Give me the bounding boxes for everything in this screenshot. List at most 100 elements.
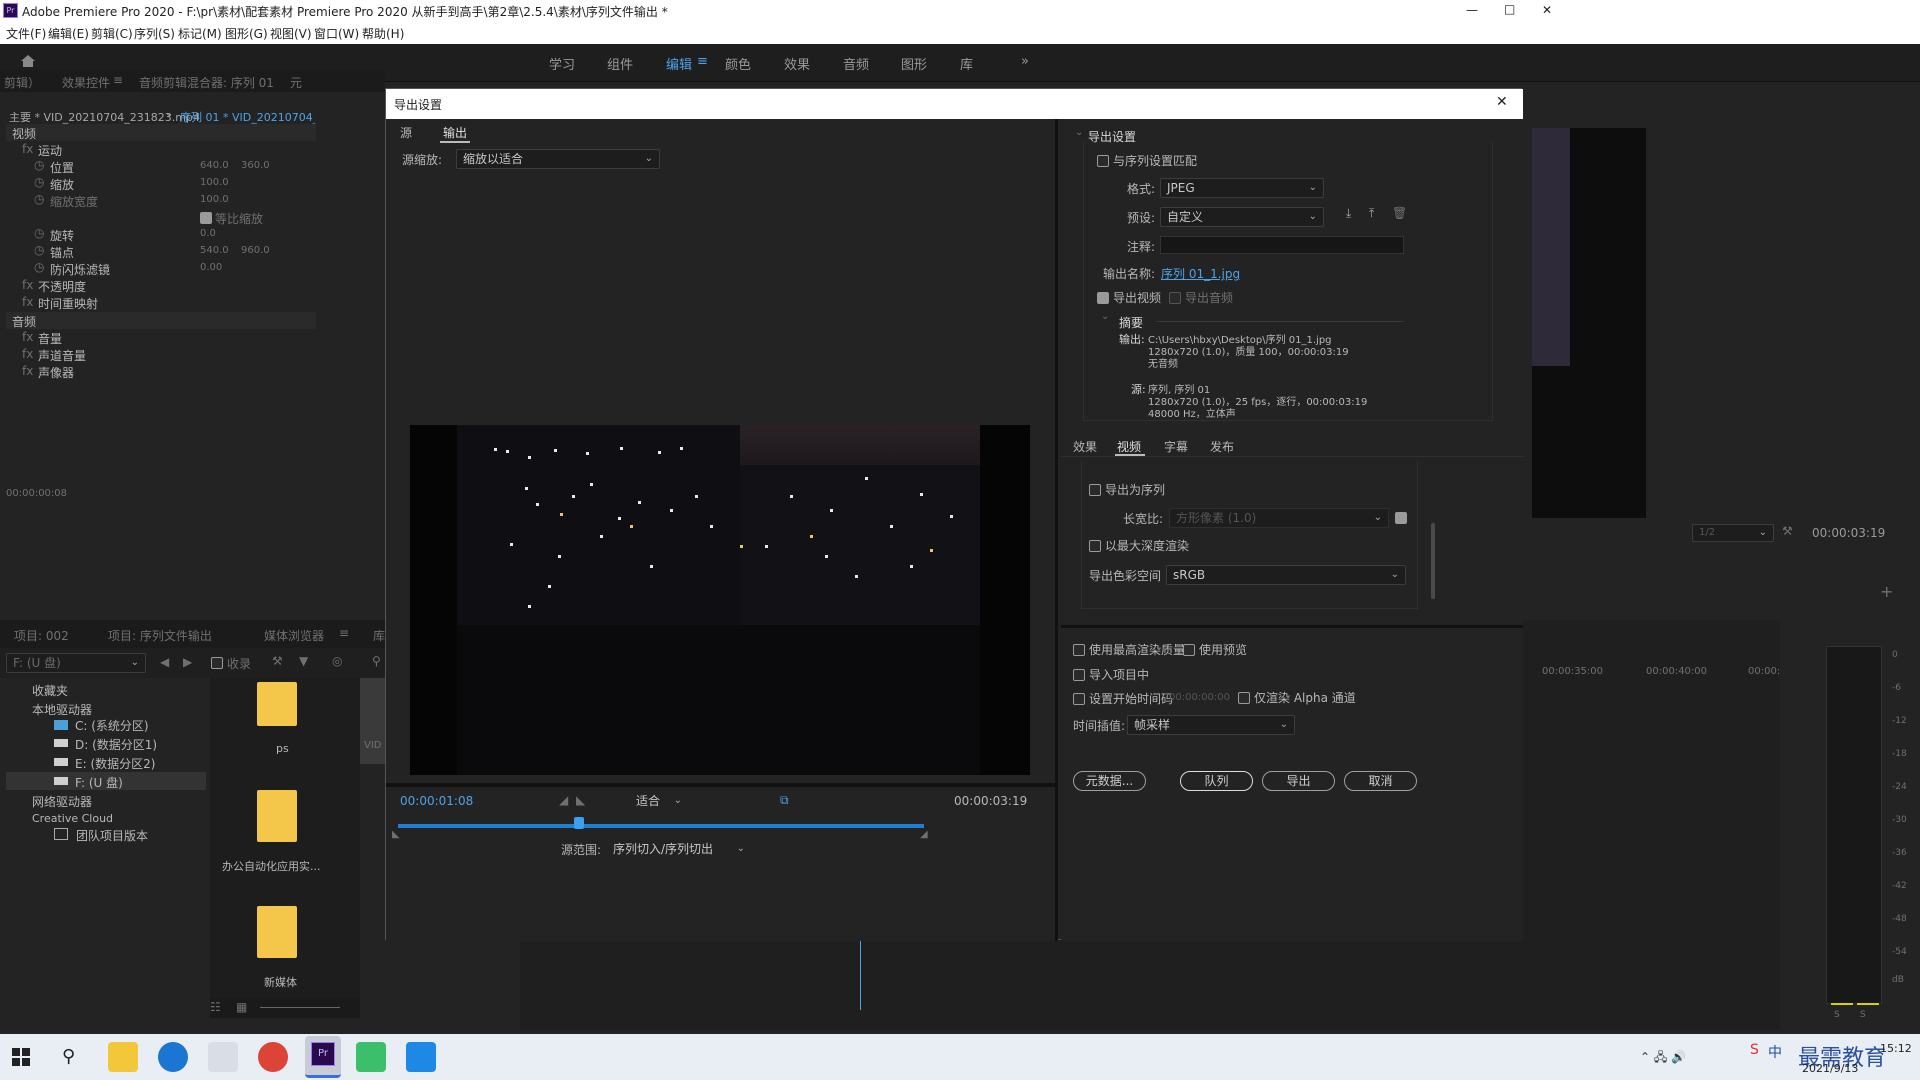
anchor-y-value[interactable]: 960.0 bbox=[241, 245, 270, 256]
thumb-size-slider[interactable] bbox=[260, 1007, 340, 1008]
ws-menu-icon[interactable]: ≡ bbox=[697, 54, 708, 69]
menu-graphics[interactable]: 图形(G) bbox=[225, 25, 268, 42]
max-depth-checkbox[interactable] bbox=[1089, 540, 1101, 552]
set-in-point-icon[interactable]: ◢ bbox=[559, 793, 568, 807]
save-preset-icon[interactable]: ⤓ bbox=[1346, 206, 1351, 221]
home-icon[interactable] bbox=[20, 54, 36, 68]
tab-output[interactable]: 输出 bbox=[443, 124, 467, 141]
in-timecode[interactable]: 00:00:01:08 bbox=[400, 794, 473, 808]
solo-right-button[interactable]: S bbox=[1860, 1010, 1866, 1020]
ws-assembly[interactable]: 组件 bbox=[607, 54, 633, 73]
app-icon[interactable] bbox=[406, 1042, 436, 1072]
metadata-button[interactable]: 元数据... bbox=[1073, 771, 1146, 791]
menu-help[interactable]: 帮助(H) bbox=[362, 25, 404, 42]
folder-icon[interactable] bbox=[257, 906, 297, 958]
add-button[interactable]: + bbox=[1880, 582, 1893, 601]
stopwatch-icon[interactable]: ◷ bbox=[34, 192, 44, 206]
chevron-down-icon[interactable]: ⌄ bbox=[1075, 127, 1083, 138]
start-icon[interactable] bbox=[12, 1048, 30, 1066]
tab-source[interactable]: 源 bbox=[400, 124, 412, 141]
stopwatch-icon[interactable]: ◷ bbox=[34, 243, 44, 257]
tab-audio-mixer[interactable]: 音频剪辑混合器: 序列 01 bbox=[139, 74, 274, 91]
tab-project-sequence[interactable]: 项目: 序列文件输出 bbox=[108, 627, 212, 644]
uniform-scale-checkbox[interactable] bbox=[200, 212, 212, 224]
anchor-x-value[interactable]: 540.0 bbox=[200, 245, 229, 256]
ws-color[interactable]: 颜色 bbox=[725, 54, 751, 73]
export-audio-checkbox[interactable] bbox=[1169, 292, 1181, 304]
tab-libraries[interactable]: 库 bbox=[373, 627, 385, 644]
zoom-select[interactable]: 1/2 ⌄ bbox=[1692, 524, 1774, 542]
ws-graphics[interactable]: 图形 bbox=[901, 54, 927, 73]
export-button[interactable]: 导出 bbox=[1262, 771, 1335, 791]
audio-effect-label[interactable]: 声像器 bbox=[38, 364, 74, 381]
queue-button[interactable]: 队列 bbox=[1180, 771, 1253, 791]
time-interpolation-select[interactable]: 帧采样 ⌄ bbox=[1127, 715, 1295, 735]
source-scaling-select[interactable]: 缩放以适合 ⌄ bbox=[456, 149, 660, 169]
import-project-checkbox[interactable] bbox=[1073, 669, 1085, 681]
tray-time[interactable]: 15:12 bbox=[1880, 1042, 1912, 1055]
effect-row-label[interactable]: 时间重映射 bbox=[38, 295, 98, 312]
tree-team-projects[interactable]: 团队项目版本 bbox=[76, 827, 148, 844]
menu-clip[interactable]: 剪辑(C) bbox=[91, 25, 133, 42]
position-y-value[interactable]: 360.0 bbox=[241, 160, 270, 171]
audio-effect-label[interactable]: 声道音量 bbox=[38, 347, 86, 364]
solo-left-button[interactable]: S bbox=[1834, 1010, 1840, 1020]
scale-value[interactable]: 100.0 bbox=[200, 177, 229, 188]
close-window-button[interactable]: ✕ bbox=[1542, 3, 1552, 17]
effect-timecode[interactable]: 00:00:00:08 bbox=[6, 488, 67, 499]
video-thumb[interactable]: VID bbox=[360, 678, 385, 764]
playhead[interactable] bbox=[860, 940, 861, 1010]
ws-audio[interactable]: 音频 bbox=[843, 54, 869, 73]
view-icon[interactable]: ◎ bbox=[332, 654, 342, 668]
chevron-down-icon[interactable]: ⌄ bbox=[1101, 311, 1109, 322]
search-icon[interactable]: ⚲ bbox=[62, 1046, 75, 1067]
menu-sequence[interactable]: 序列(S) bbox=[134, 25, 175, 42]
menu-edit[interactable]: 编辑(E) bbox=[48, 25, 89, 42]
tree-favorites[interactable]: 收藏夹 bbox=[32, 682, 68, 699]
program-timecode[interactable]: 00:00:03:19 bbox=[1812, 526, 1885, 540]
folder-icon[interactable] bbox=[257, 790, 297, 842]
menu-marker[interactable]: 标记(M) bbox=[178, 25, 222, 42]
app-icon[interactable] bbox=[356, 1042, 386, 1072]
search-icon[interactable]: ⚲ bbox=[372, 654, 381, 668]
dialog-close-icon[interactable]: ✕ bbox=[1496, 94, 1508, 110]
ws-editing[interactable]: 编辑 bbox=[666, 54, 692, 73]
aspect-correction-icon[interactable]: ⧉ bbox=[780, 793, 789, 808]
tree-drive-c[interactable]: C: (系统分区) bbox=[75, 717, 149, 734]
drive-select[interactable]: F: (U 盘) ⌄ bbox=[6, 653, 146, 673]
ws-more-icon[interactable]: » bbox=[1021, 54, 1029, 69]
maximize-button[interactable]: □ bbox=[1504, 2, 1515, 16]
ime-status-icon[interactable]: S bbox=[1750, 1042, 1759, 1058]
output-name-link[interactable]: 序列 01_1.jpg bbox=[1161, 265, 1240, 282]
anti-flicker-value[interactable]: 0.00 bbox=[200, 262, 222, 273]
settings-scrollbar[interactable] bbox=[1431, 523, 1435, 599]
menu-view[interactable]: 视图(V) bbox=[270, 25, 312, 42]
menu-file[interactable]: 文件(F) bbox=[6, 25, 46, 42]
in-handle-icon[interactable]: ◣ bbox=[392, 829, 400, 840]
stopwatch-icon[interactable]: ◷ bbox=[34, 226, 44, 240]
format-select[interactable]: JPEG ⌄ bbox=[1160, 178, 1324, 198]
tab-effects[interactable]: 效果 bbox=[1073, 438, 1097, 455]
tab-publish[interactable]: 发布 bbox=[1210, 438, 1234, 455]
stopwatch-icon[interactable]: ◷ bbox=[34, 260, 44, 274]
icon-view-icon[interactable]: ▦ bbox=[236, 1000, 247, 1014]
chevron-down-icon[interactable]: ⌄ bbox=[165, 108, 173, 119]
ws-effects[interactable]: 效果 bbox=[784, 54, 810, 73]
delete-preset-icon[interactable]: 🗑 bbox=[1392, 206, 1407, 220]
ws-learn[interactable]: 学习 bbox=[549, 54, 575, 73]
panel-menu-icon[interactable]: ≡ bbox=[113, 73, 123, 87]
tree-local-drives[interactable]: 本地驱动器 bbox=[32, 701, 92, 718]
set-out-point-icon[interactable]: ◣ bbox=[576, 793, 585, 807]
snipping-tool-icon[interactable] bbox=[208, 1042, 238, 1072]
premiere-taskbar-active[interactable]: Pr bbox=[305, 1036, 341, 1078]
rotation-value[interactable]: 0.0 bbox=[200, 228, 216, 239]
aspect-select[interactable]: 方形像素 (1.0) ⌄ bbox=[1169, 508, 1389, 528]
effect-row-label[interactable]: 不透明度 bbox=[38, 278, 86, 295]
tab-effect-controls[interactable]: 效果控件 bbox=[62, 74, 110, 91]
tab-captions[interactable]: 字幕 bbox=[1164, 438, 1188, 455]
stopwatch-icon[interactable]: ◷ bbox=[34, 158, 44, 172]
use-previews-checkbox[interactable] bbox=[1183, 644, 1195, 656]
tree-drive-e[interactable]: E: (数据分区2) bbox=[75, 755, 155, 772]
range-bar[interactable] bbox=[398, 824, 924, 828]
import-preset-icon[interactable]: ⤒ bbox=[1369, 206, 1374, 221]
